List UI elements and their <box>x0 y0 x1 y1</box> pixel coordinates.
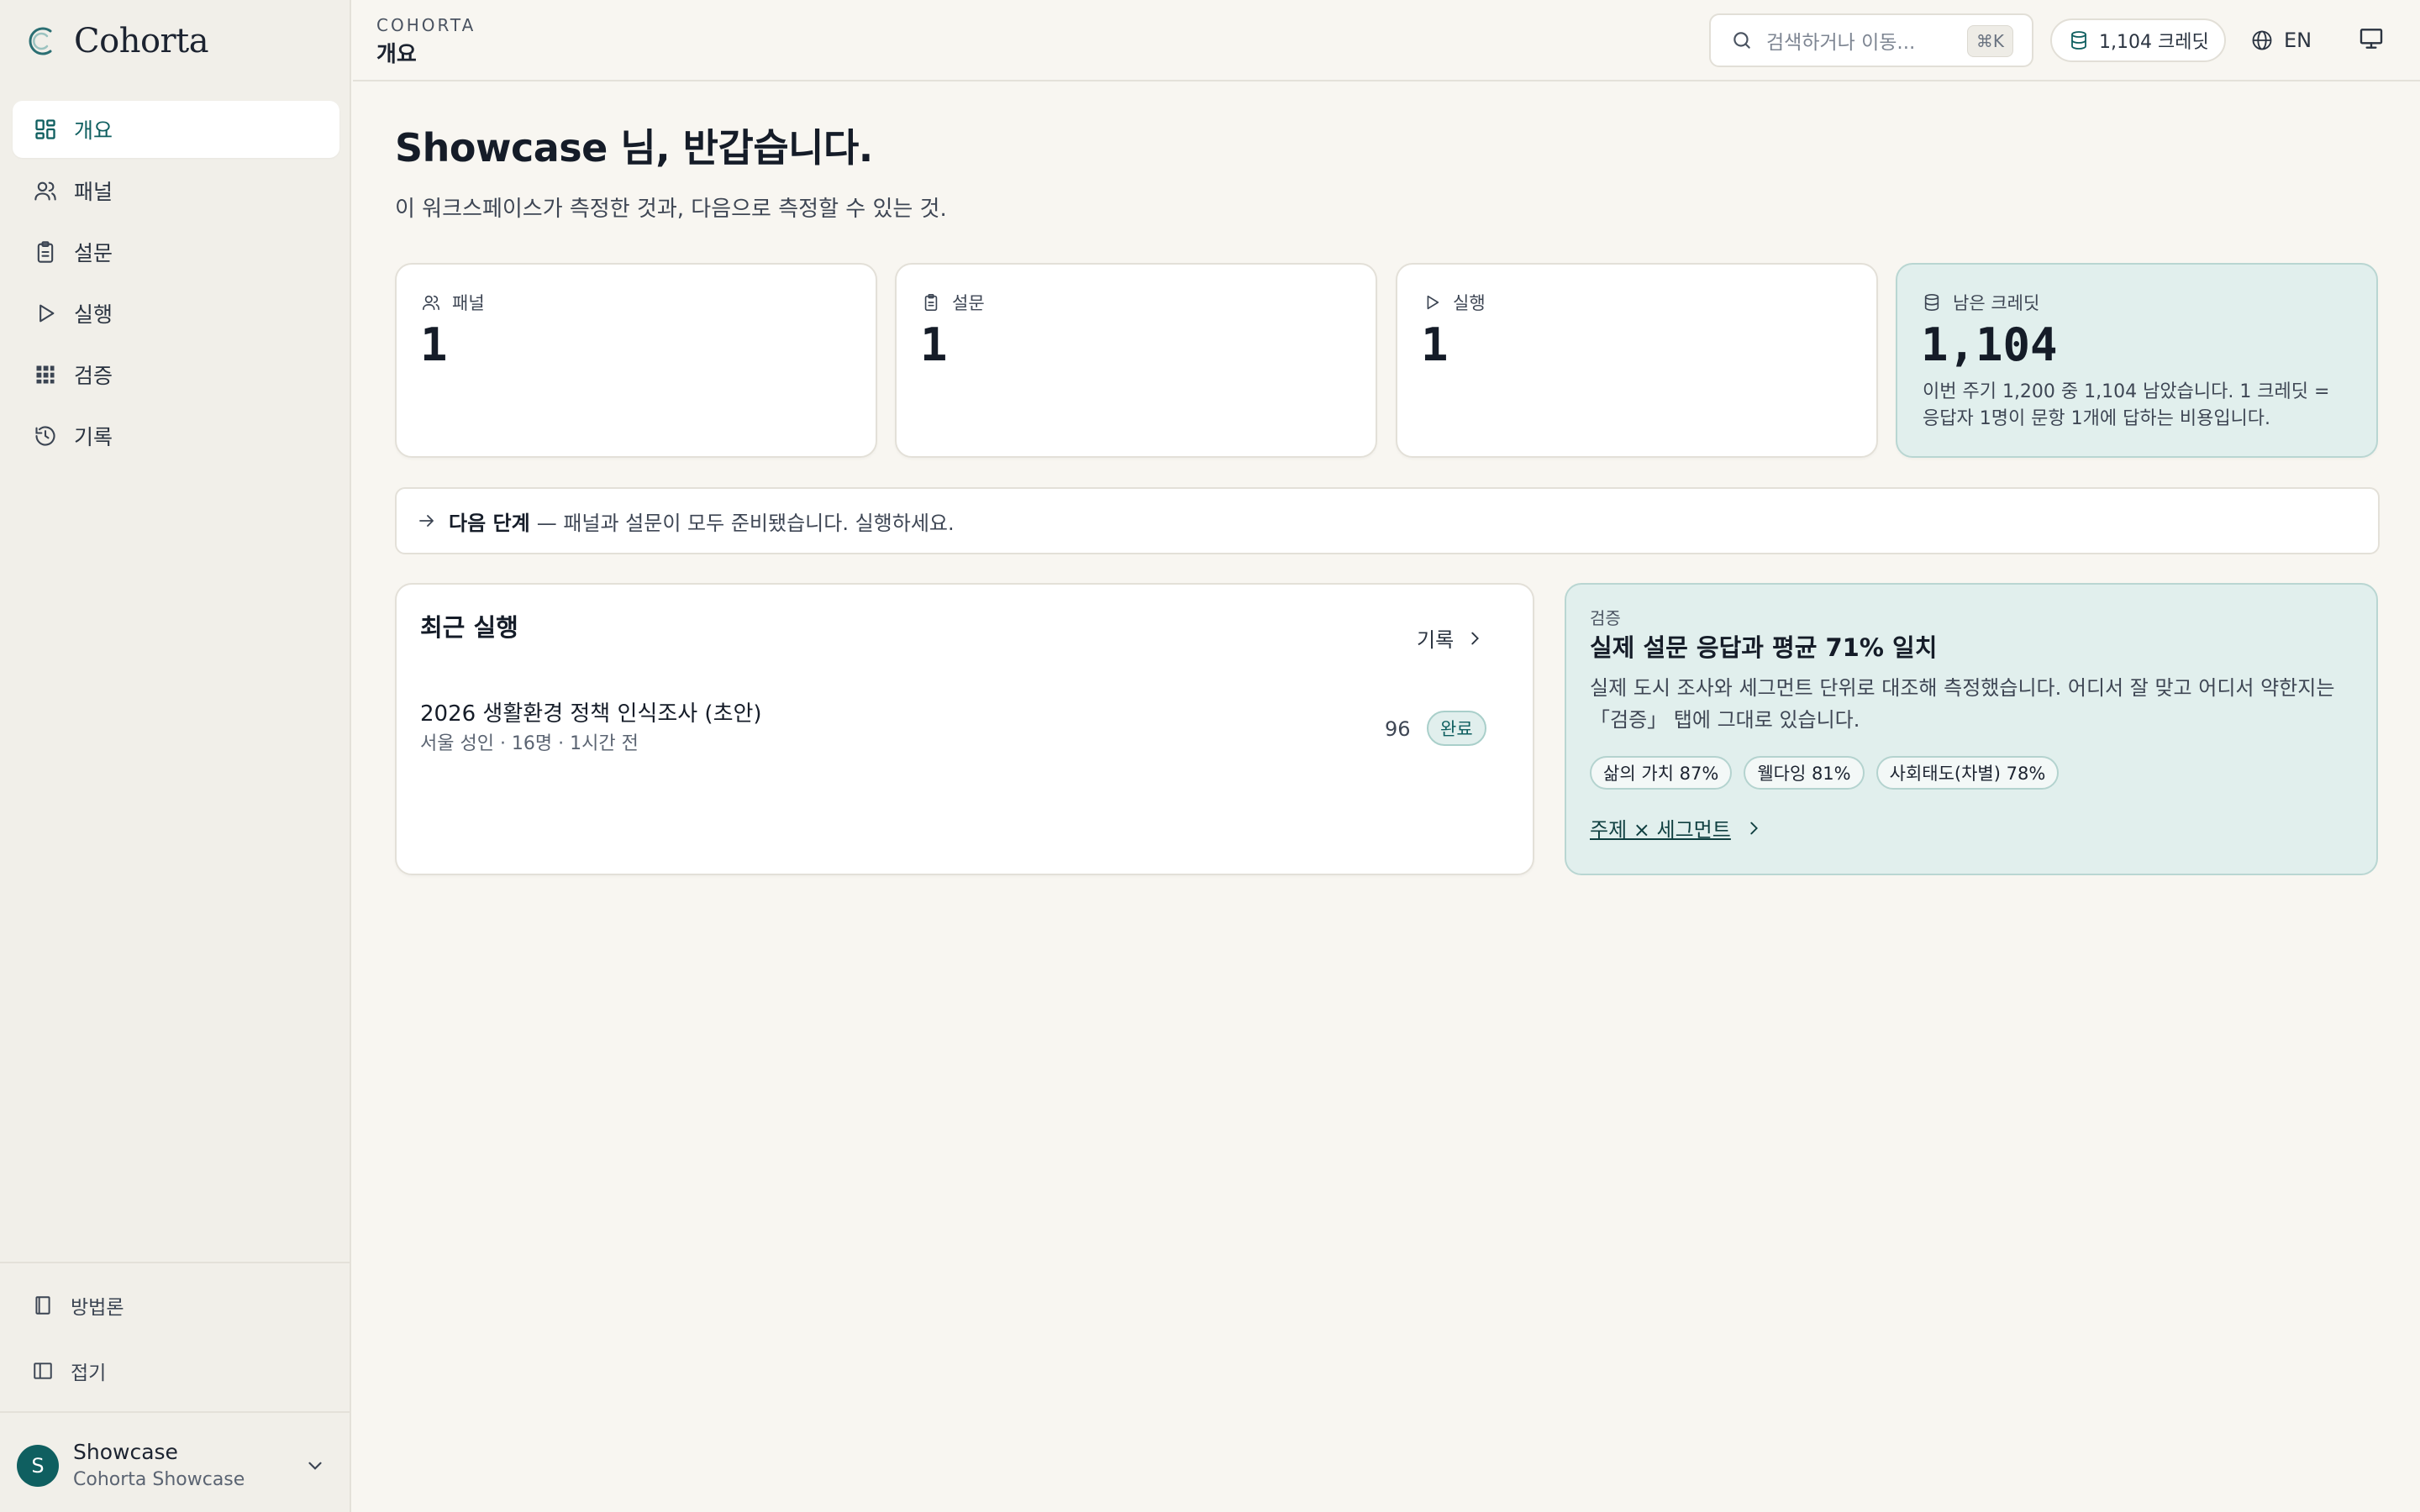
language-label: EN <box>2284 29 2312 52</box>
brand[interactable]: Cohorta <box>25 18 209 64</box>
search-icon <box>1731 29 1753 51</box>
credits-description: 이번 주기 1,200 중 1,104 남았습니다. 1 크레딧 = 응답자 1… <box>1923 381 2330 429</box>
play-icon <box>34 302 57 325</box>
run-score: 96 <box>1385 717 1411 741</box>
sidebar-item-label: 패널 <box>74 180 113 204</box>
dashboard-icon <box>34 118 57 141</box>
sidebar-item-history[interactable]: 기록 <box>13 407 339 465</box>
validation-description: 실제 도시 조사와 세그먼트 단위로 대조해 측정했습니다. 어디서 잘 맞고 … <box>1590 676 2335 732</box>
user-name: Showcase <box>73 1440 178 1464</box>
chevron-right-icon <box>1465 629 1484 648</box>
sidebar-item-label: 실행 <box>74 302 113 327</box>
language-switcher[interactable]: EN <box>2250 24 2312 57</box>
top-bar: COHORTA 개요 검색하거나 이동... ⌘K 1,104 크레딧 EN <box>353 0 2420 81</box>
book-icon <box>32 1294 54 1316</box>
recent-runs-card: 최근 실행 기록 2026 생활환경 정책 인식조사 (초안) 서울 성인 · … <box>395 583 1534 875</box>
methodology-label: 방법론 <box>71 1297 124 1319</box>
history-icon <box>34 424 57 448</box>
run-row[interactable]: 2026 생활환경 정책 인식조사 (초안) 서울 성인 · 16명 · 1시간… <box>420 699 1512 774</box>
chevron-down-icon <box>304 1455 326 1477</box>
topic-segment-link[interactable]: 주제 × 세그먼트 <box>1590 813 1763 843</box>
stat-card-panels[interactable]: 패널 1 <box>395 263 877 458</box>
run-meta: 서울 성인 · 16명 · 1시간 전 <box>420 733 639 754</box>
users-icon <box>34 179 57 202</box>
greeting-subtitle: 이 워크스페이스가 측정한 것과, 다음으로 측정할 수 있는 것. <box>395 197 947 222</box>
monitor-icon[interactable] <box>2358 25 2385 52</box>
stat-label-text: 패널 <box>452 293 485 313</box>
sidebar-divider <box>0 1262 350 1263</box>
clipboard-icon <box>34 240 57 264</box>
sidebar-item-overview[interactable]: 개요 <box>13 101 339 158</box>
breadcrumb-workspace: COHORTA <box>376 15 476 35</box>
grid-icon <box>34 363 57 386</box>
methodology-link[interactable]: 방법론 <box>32 1287 124 1324</box>
collapse-label: 접기 <box>71 1362 107 1384</box>
validation-title: 실제 설문 응답과 평균 71% 일치 <box>1590 633 1938 662</box>
stat-value: 1 <box>1421 318 1449 371</box>
stat-card-surveys[interactable]: 설문 1 <box>895 263 1377 458</box>
database-icon <box>2069 30 2089 50</box>
sidebar: Cohorta 개요 패널 설문 실행 검증 기록 방법론 접기 S Showc… <box>0 0 351 1512</box>
sidebar-item-validation[interactable]: 검증 <box>13 346 339 403</box>
history-link-label: 기록 <box>1417 628 1455 652</box>
stat-value: 1 <box>920 318 948 371</box>
shortcut-hint: ⌘K <box>1966 25 2013 57</box>
stat-card-runs[interactable]: 실행 1 <box>1396 263 1878 458</box>
stat-label: 패널 <box>422 290 485 315</box>
sidebar-item-label: 기록 <box>74 425 113 449</box>
page-title: 개요 <box>376 42 417 67</box>
arrow-right-icon <box>417 511 449 531</box>
validation-eyebrow: 검증 <box>1590 608 1621 628</box>
stat-label: 남은 크레딧 <box>1923 290 2039 315</box>
credits-label: 1,104 크레딧 <box>2099 32 2209 53</box>
status-badge: 완료 <box>1427 711 1486 746</box>
greeting-heading: Showcase 님, 반갑습니다. <box>395 125 873 171</box>
next-step-title: 다음 단계 <box>449 511 530 535</box>
globe-icon <box>2250 29 2274 52</box>
recent-runs-title: 최근 실행 <box>420 613 518 642</box>
user-org: Cohorta Showcase <box>73 1469 245 1490</box>
user-info: Showcase Cohorta Showcase <box>73 1438 245 1494</box>
validation-card: 검증 실제 설문 응답과 평균 71% 일치 실제 도시 조사와 세그먼트 단위… <box>1565 583 2378 875</box>
sidebar-item-label: 개요 <box>74 118 113 143</box>
search-placeholder: 검색하거나 이동... <box>1766 32 1916 54</box>
play-icon <box>1423 293 1441 312</box>
chevron-right-icon <box>1744 819 1763 837</box>
stat-card-credits[interactable]: 남은 크레딧 1,104 이번 주기 1,200 중 1,104 남았습니다. … <box>1896 263 2378 458</box>
search-input[interactable]: 검색하거나 이동... ⌘K <box>1709 13 2033 67</box>
stat-label-text: 실행 <box>1453 293 1486 313</box>
user-menu[interactable]: S Showcase Cohorta Showcase <box>17 1436 336 1495</box>
sidebar-toggle-icon <box>32 1360 54 1382</box>
topic-segment-link-label: 주제 × 세그먼트 <box>1590 818 1731 842</box>
stat-label-text: 남은 크레딧 <box>1953 293 2040 313</box>
next-step-banner[interactable]: 다음 단계 — 패널과 설문이 모두 준비됐습니다. 실행하세요. <box>395 487 2380 554</box>
sidebar-item-runs[interactable]: 실행 <box>13 285 339 342</box>
next-step-text: — 패널과 설문이 모두 준비됐습니다. 실행하세요. <box>536 511 955 535</box>
topic-tag: 웰다잉 81% <box>1744 756 1865 790</box>
stat-label: 실행 <box>1423 290 1486 315</box>
clipboard-icon <box>922 293 940 312</box>
cohorta-logo-icon <box>25 24 59 58</box>
sidebar-item-surveys[interactable]: 설문 <box>13 223 339 281</box>
topic-tag: 사회태도(차별) 78% <box>1876 756 2060 790</box>
topic-tag: 삶의 가치 87% <box>1590 756 1733 790</box>
brand-name: Cohorta <box>74 22 209 60</box>
stat-value: 1 <box>420 318 448 371</box>
sidebar-nav: 개요 패널 설문 실행 검증 기록 <box>13 101 339 469</box>
run-title: 2026 생활환경 정책 인식조사 (초안) <box>420 701 762 727</box>
sidebar-divider <box>0 1411 350 1413</box>
stat-label: 설문 <box>922 290 985 315</box>
credits-remaining-value: 1,104 <box>1921 318 2058 371</box>
database-icon <box>1923 293 1941 312</box>
sidebar-item-panels[interactable]: 패널 <box>13 162 339 219</box>
users-icon <box>422 293 440 312</box>
sidebar-item-label: 검증 <box>74 364 113 388</box>
avatar: S <box>17 1445 59 1487</box>
history-link[interactable]: 기록 <box>1417 623 1484 653</box>
validation-tags: 삶의 가치 87% 웰다잉 81% 사회태도(차별) 78% <box>1590 756 2060 790</box>
credits-button[interactable]: 1,104 크레딧 <box>2050 18 2226 62</box>
stat-label-text: 설문 <box>952 293 985 313</box>
collapse-sidebar-button[interactable]: 접기 <box>32 1352 106 1389</box>
sidebar-item-label: 설문 <box>74 241 113 265</box>
